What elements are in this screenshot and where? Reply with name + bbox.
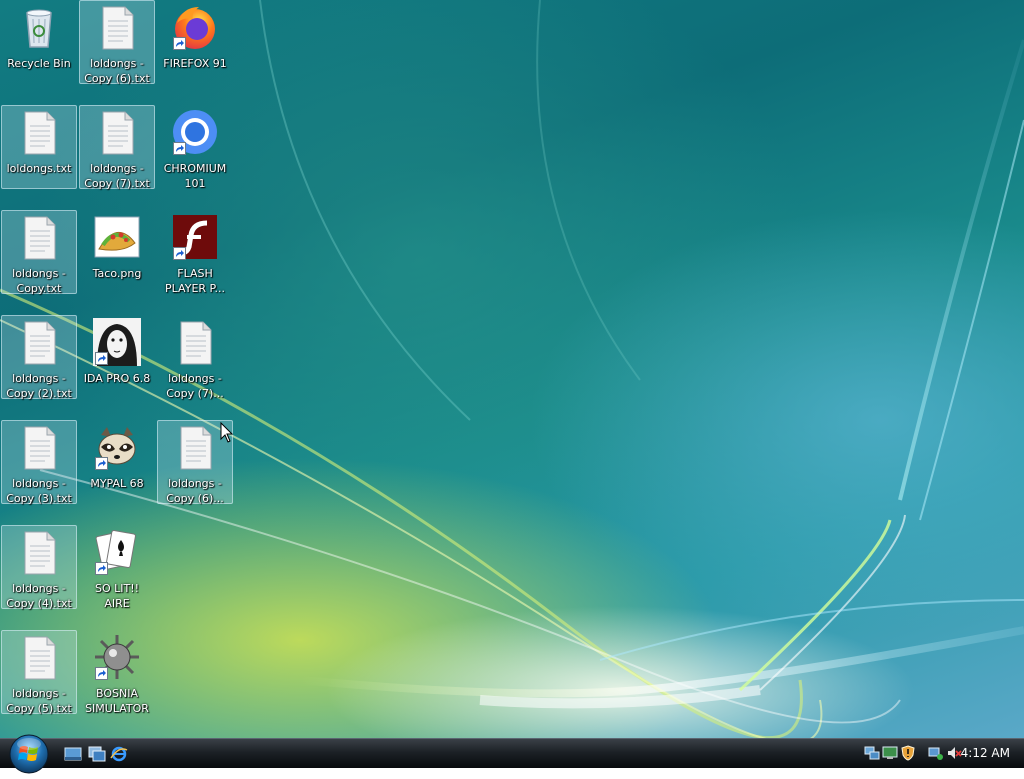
icon-label: loldongs - Copy (4).txt: [6, 582, 72, 610]
icon-label: FIREFOX 91: [163, 57, 227, 70]
firefox-shortcut[interactable]: FIREFOX 91: [157, 0, 233, 84]
text-file-desktop-icon[interactable]: loldongs.txt: [1, 105, 77, 189]
icon-label: loldongs - Copy (2).txt: [6, 372, 72, 400]
text-file-desktop-icon[interactable]: loldongs - Copy (6).txt: [79, 0, 155, 85]
show-desktop-icon[interactable]: [64, 746, 82, 762]
shortcut-arrow-icon: [95, 667, 108, 680]
taskbar-clock[interactable]: 4:12 AM: [961, 746, 1010, 760]
start-button[interactable]: [8, 733, 50, 775]
security-shield-icon[interactable]: [900, 745, 916, 761]
text-file-desktop-icon[interactable]: loldongs - Copy (7).txt: [79, 105, 155, 190]
internet-explorer-icon[interactable]: [110, 746, 128, 762]
text-document-icon: [15, 528, 63, 576]
chromium-icon: [171, 108, 219, 156]
icon-label: CHROMIUM 101: [163, 162, 227, 190]
text-file-desktop-icon[interactable]: loldongs - Copy (4).txt: [1, 525, 77, 610]
text-file-desktop-icon[interactable]: loldongs - Copy (5).txt: [1, 630, 77, 715]
network-status-icon[interactable]: [928, 745, 944, 761]
text-document-icon: [15, 213, 63, 261]
shortcut-arrow-icon: [173, 247, 186, 260]
taskbar: 4:12 AM: [0, 734, 1024, 774]
recycle-bin-desktop-icon[interactable]: Recycle Bin: [1, 0, 77, 84]
recycle-bin-icon: [15, 3, 63, 51]
icon-label: loldongs.txt: [6, 162, 72, 175]
mine-icon: [93, 633, 141, 681]
firefox-icon: [171, 3, 219, 51]
flash-player-icon: [171, 213, 219, 261]
icon-label: FLASH PLAYER P...: [165, 267, 225, 295]
display-icon[interactable]: [882, 745, 898, 761]
icon-label: loldongs - Copy (6)...: [166, 477, 224, 505]
desktop[interactable]: Recycle Bin loldongs.txt loldongs - Copy…: [0, 0, 1024, 738]
solitaire-shortcut[interactable]: SO LIT!! AIRE: [79, 525, 155, 610]
shortcut-arrow-icon: [173, 37, 186, 50]
text-document-icon: [15, 633, 63, 681]
network-icon[interactable]: [864, 745, 880, 761]
icon-label: loldongs - Copy (5).txt: [6, 687, 72, 715]
icon-label: Taco.png: [92, 267, 142, 280]
text-document-icon: [171, 423, 219, 471]
icon-label: loldongs - Copy.txt: [12, 267, 66, 295]
shortcut-arrow-icon: [95, 562, 108, 575]
chromium-shortcut[interactable]: CHROMIUM 101: [157, 105, 233, 190]
text-file-desktop-icon[interactable]: loldongs - Copy (3).txt: [1, 420, 77, 505]
shortcut-arrow-icon: [173, 142, 186, 155]
icon-label: SO LIT!! AIRE: [94, 582, 140, 610]
text-document-icon: [171, 318, 219, 366]
flash-player-shortcut[interactable]: FLASH PLAYER P...: [157, 210, 233, 295]
icon-label: loldongs - Copy (6).txt: [84, 57, 150, 85]
mypal-shortcut[interactable]: MYPAL 68: [79, 420, 155, 504]
text-document-icon: [15, 108, 63, 156]
taco-image-desktop-icon[interactable]: Taco.png: [79, 210, 155, 294]
icon-label: IDA PRO 6.8: [83, 372, 151, 385]
text-document-icon: [15, 318, 63, 366]
text-document-icon: [15, 423, 63, 471]
system-tray: 4:12 AM: [844, 739, 1024, 768]
icon-label: MYPAL 68: [90, 477, 144, 490]
taco-image-icon: [93, 213, 141, 261]
mouse-cursor-icon: [220, 421, 234, 448]
icon-label: Recycle Bin: [7, 57, 71, 70]
icon-label: loldongs - Copy (7).txt: [84, 162, 150, 190]
text-file-desktop-icon[interactable]: loldongs - Copy (7)...: [157, 315, 233, 400]
shortcut-arrow-icon: [95, 457, 108, 470]
ida-pro-portrait-icon: [93, 318, 141, 366]
text-file-desktop-icon[interactable]: loldongs - Copy.txt: [1, 210, 77, 295]
ida-pro-shortcut[interactable]: IDA PRO 6.8: [79, 315, 155, 399]
bosnia-simulator-shortcut[interactable]: BOSNIA SIMULATOR: [79, 630, 155, 715]
text-file-desktop-icon[interactable]: loldongs - Copy (2).txt: [1, 315, 77, 400]
mypal-raccoon-icon: [93, 423, 141, 471]
icon-label: loldongs - Copy (3).txt: [6, 477, 72, 505]
switch-windows-icon[interactable]: [88, 746, 106, 762]
volume-muted-icon[interactable]: [946, 745, 962, 761]
text-document-icon: [93, 108, 141, 156]
icon-label: BOSNIA SIMULATOR: [85, 687, 149, 715]
icon-label: loldongs - Copy (7)...: [166, 372, 224, 400]
shortcut-arrow-icon: [95, 352, 108, 365]
text-document-icon: [93, 3, 141, 51]
solitaire-cards-icon: [93, 528, 141, 576]
